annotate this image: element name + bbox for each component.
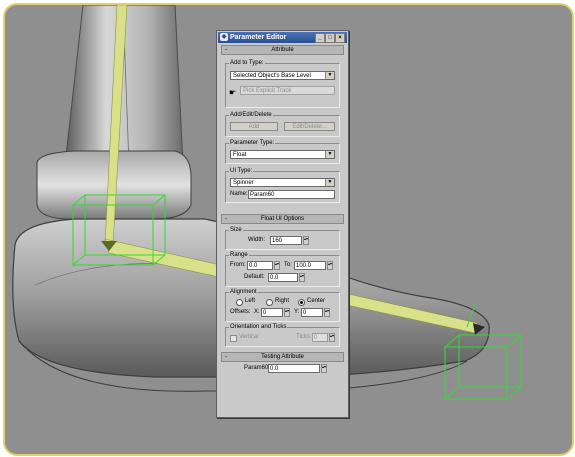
- rollout-attribute[interactable]: - Attribute: [221, 45, 344, 55]
- default-spinner[interactable]: ▴▾: [299, 273, 305, 282]
- param-field[interactable]: 0.0: [268, 364, 320, 373]
- chevron-down-icon: ▼: [325, 151, 334, 158]
- edit-delete-button[interactable]: Edit/Delete...: [284, 122, 335, 131]
- collapse-icon: -: [225, 216, 227, 222]
- group-range: Range From: 0.0 ▴▾ To: 100.0 ▴▾ Default:…: [225, 251, 340, 287]
- offset-y-field[interactable]: 0: [301, 308, 323, 317]
- group-alignment: Alignment Left Right Center Offsets: X: …: [225, 288, 340, 322]
- from-spinner[interactable]: ▴▾: [274, 261, 280, 270]
- offsets-label: Offsets:: [230, 309, 251, 315]
- group-label: Alignment: [229, 288, 258, 297]
- dropdown-value: Selected Object's Base Level: [233, 73, 311, 79]
- width-label: Width:: [248, 237, 266, 243]
- offset-x-label: X:: [254, 309, 260, 315]
- to-spinner[interactable]: ▴▾: [327, 261, 333, 270]
- to-field[interactable]: 100.0: [294, 261, 326, 270]
- ticks-field[interactable]: 0: [312, 333, 328, 342]
- group-add-to-type: Add to Type: Selected Object's Base Leve…: [225, 59, 340, 108]
- group-size: Size Width: 160 ▴▾: [225, 226, 340, 250]
- default-field[interactable]: 0.0: [268, 273, 298, 282]
- group-add-edit-delete: Add/Edit/Delete Add Edit/Delete...: [225, 111, 340, 137]
- collapse-icon: -: [225, 47, 227, 53]
- name-field[interactable]: Param60: [248, 190, 335, 199]
- name-label: Name:: [230, 191, 248, 197]
- rollout-testing-attribute[interactable]: - Testing Attribute: [221, 352, 344, 362]
- dropdown-value: Float: [233, 152, 247, 158]
- close-button[interactable]: ×: [335, 33, 345, 43]
- title-bar[interactable]: ◆ Parameter Editor _ □ ×: [218, 32, 347, 43]
- group-parameter-type: Parameter Type: Float ▼: [225, 139, 340, 164]
- maximize-button[interactable]: □: [325, 33, 335, 43]
- align-center-label: Center: [307, 298, 326, 304]
- to-label: To:: [284, 262, 293, 268]
- offset-x-field[interactable]: 0: [261, 308, 283, 317]
- group-ui-type: UI Type: Spinner ▼ Name: Param60: [225, 167, 340, 203]
- align-right-label: Right: [275, 298, 290, 304]
- rollout-title: Testing Attribute: [261, 354, 304, 360]
- align-center-radio[interactable]: [298, 299, 305, 306]
- vertical-checkbox[interactable]: [230, 335, 237, 342]
- chevron-down-icon: ▼: [325, 179, 334, 186]
- group-label: Orientation and Ticks: [229, 323, 288, 332]
- dropdown-value: Spinner: [233, 180, 254, 186]
- group-label: Range: [229, 251, 249, 260]
- rollout-title: Float UI Options: [260, 216, 305, 222]
- group-label: Add/Edit/Delete: [229, 111, 273, 120]
- align-right-radio[interactable]: [266, 299, 273, 306]
- pick-cursor-icon[interactable]: ☛: [229, 88, 237, 97]
- collapse-icon: -: [225, 354, 227, 360]
- add-to-type-dropdown[interactable]: Selected Object's Base Level ▼: [230, 71, 335, 80]
- default-label: Default:: [244, 274, 265, 280]
- parameter-editor-dialog: ◆ Parameter Editor _ □ × - Attribute Add…: [216, 30, 349, 418]
- ticks-label: Ticks:: [296, 334, 312, 340]
- offset-y-label: Y:: [294, 309, 300, 315]
- vertical-label: Vertical: [239, 334, 259, 340]
- param-label: Param60: [244, 365, 269, 371]
- chevron-down-icon: ▼: [325, 72, 334, 79]
- group-label: Add to Type:: [229, 59, 265, 68]
- app-icon: ◆: [220, 33, 228, 41]
- minimize-button[interactable]: _: [315, 33, 325, 43]
- width-spinner[interactable]: ▴▾: [303, 236, 309, 245]
- from-field[interactable]: 0.0: [247, 261, 273, 270]
- align-left-radio[interactable]: [236, 299, 243, 306]
- group-label: Size: [229, 226, 243, 235]
- group-label: Parameter Type:: [229, 139, 276, 148]
- window-title: Parameter Editor: [230, 34, 287, 41]
- rollout-title: Attribute: [271, 47, 294, 53]
- offset-x-spinner[interactable]: ▴▾: [284, 308, 290, 317]
- align-left-label: Left: [245, 298, 256, 304]
- add-button[interactable]: Add: [230, 122, 278, 131]
- group-orientation-ticks: Orientation and Ticks Vertical Ticks: 0 …: [225, 323, 340, 347]
- parameter-type-dropdown[interactable]: Float ▼: [230, 150, 335, 159]
- rollout-float-ui-options[interactable]: - Float UI Options: [221, 214, 344, 224]
- pick-explicit-track-button[interactable]: Pick Explicit Track: [240, 86, 335, 95]
- offset-y-spinner[interactable]: ▴▾: [324, 308, 330, 317]
- from-label: From:: [230, 262, 246, 268]
- ui-type-dropdown[interactable]: Spinner ▼: [230, 178, 335, 187]
- width-field[interactable]: 160: [270, 236, 302, 245]
- group-label: UI Type:: [229, 167, 254, 176]
- ticks-spinner[interactable]: ▴▾: [329, 333, 335, 342]
- viewport-frame: ◆ Parameter Editor _ □ × - Attribute Add…: [3, 3, 574, 456]
- param-spinner[interactable]: ▴▾: [321, 364, 327, 373]
